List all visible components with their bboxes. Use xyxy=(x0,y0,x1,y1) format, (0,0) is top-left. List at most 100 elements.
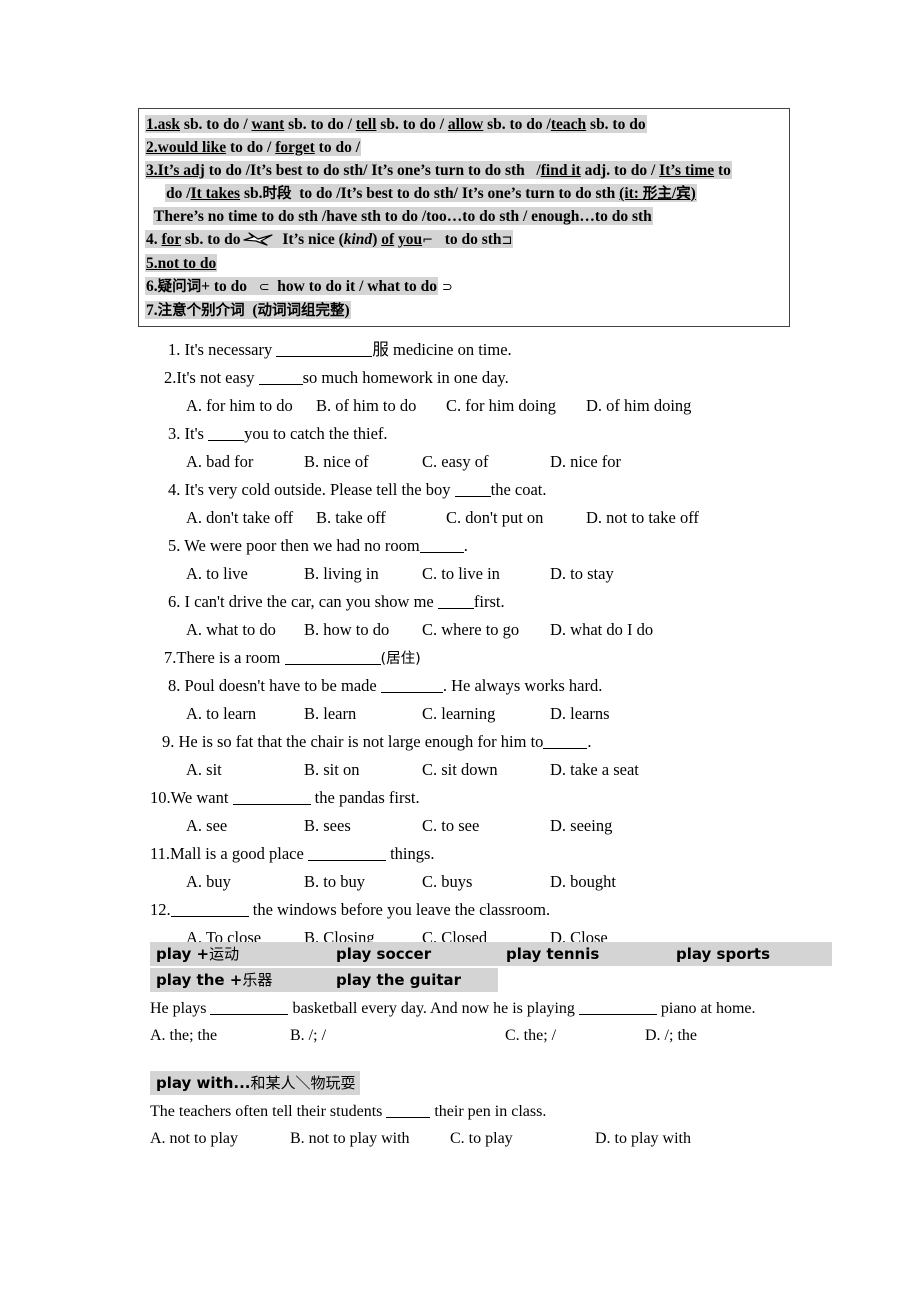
answer-blank[interactable] xyxy=(419,552,464,553)
play-sport-pattern: play +运动 xyxy=(156,945,240,963)
answer-blank[interactable] xyxy=(307,860,386,861)
option-d[interactable]: D. bought xyxy=(550,868,616,896)
grammar-line-7-text: 5.not to do xyxy=(145,254,218,272)
question-8-options: A. to learn B. learn C. learning D. learns xyxy=(150,700,890,728)
option-b[interactable]: B. sit on xyxy=(304,756,422,784)
question-9-stem: 9. He is so fat that the chair is not la… xyxy=(162,732,592,751)
grammar-line-5-text: There’s no time to do sth /have sth to d… xyxy=(153,207,653,225)
grammar-line-7: 5.not to do xyxy=(139,253,789,275)
play-sport-row-1: play +运动 play soccer play tennis play sport… xyxy=(150,942,832,966)
question-5-stem: 5. We were poor then we had no room. xyxy=(168,536,468,555)
option-c[interactable]: C. for him doing xyxy=(446,392,586,420)
play-instrument-row-wrap: play the + 乐器 play the guitar xyxy=(150,968,890,992)
option-a[interactable]: A. bad for xyxy=(186,448,304,476)
answer-blank[interactable] xyxy=(437,608,474,609)
answer-blank[interactable] xyxy=(543,748,588,749)
play-guitar-example: play the guitar xyxy=(336,971,462,989)
question-list: 1. It's necessary 服 medicine on time. 2.… xyxy=(150,336,890,952)
option-d[interactable]: D. not to take off xyxy=(586,504,699,532)
play-question-stem: He plays basketball every day. And now h… xyxy=(150,1000,756,1017)
option-c[interactable]: C. easy of xyxy=(422,448,550,476)
play-with-heading-wrap: play with...和某人＼物玩耍 xyxy=(150,1071,890,1095)
option-c[interactable]: C. to live in xyxy=(422,560,550,588)
option-a[interactable]: A. the; the xyxy=(150,1022,290,1049)
play-sports-example: play sports xyxy=(676,945,771,963)
option-a[interactable]: A. not to play xyxy=(150,1125,290,1152)
option-c[interactable]: C. to play xyxy=(450,1125,595,1152)
grammar-line-3: 3.It’s adj to do /It’s best to do sth/ I… xyxy=(139,160,789,182)
option-a[interactable]: A. to learn xyxy=(186,700,304,728)
grammar-line-2-text: 2.would like to do / forget to do / xyxy=(145,138,362,156)
option-b[interactable]: B. take off xyxy=(316,504,446,532)
grammar-line-6: 4. for sb. to do It’s nice (kind) of you… xyxy=(139,229,789,252)
answer-blank[interactable] xyxy=(208,440,245,441)
option-d[interactable]: D. /; the xyxy=(645,1022,697,1049)
option-a[interactable]: A. buy xyxy=(186,868,304,896)
option-c[interactable]: C. don't put on xyxy=(446,504,586,532)
option-c[interactable]: C. sit down xyxy=(422,756,550,784)
option-b[interactable]: B. to buy xyxy=(304,868,422,896)
answer-blank[interactable] xyxy=(210,1014,289,1015)
answer-blank[interactable] xyxy=(284,664,381,665)
question-12-stem: 12. the windows before you leave the cla… xyxy=(150,900,551,919)
option-d[interactable]: D. to play with xyxy=(595,1125,691,1152)
question-4-options: A. don't take off B. take off C. don't put… xyxy=(150,504,890,532)
question-8-stem: 8. Poul doesn't have to be made . He alw… xyxy=(168,676,603,695)
answer-blank[interactable] xyxy=(578,1014,657,1015)
play-question-options: A. the; the B. /; / C. the; / D. /; the xyxy=(150,1022,890,1049)
option-a[interactable]: A. don't take off xyxy=(186,504,316,532)
answer-blank[interactable] xyxy=(170,916,249,917)
option-d[interactable]: D. take a seat xyxy=(550,756,639,784)
star-doodle-icon xyxy=(242,231,276,246)
option-a[interactable]: A. what to do xyxy=(186,616,304,644)
grammar-line-1-text: 1.ask sb. to do / want sb. to do / tell … xyxy=(145,115,647,133)
question-3-options: A. bad for B. nice of C. easy of D. nice fo… xyxy=(150,448,890,476)
option-c[interactable]: C. learning xyxy=(422,700,550,728)
answer-blank[interactable] xyxy=(276,356,373,357)
grammar-line-4-text: do /It takes sb.时段 to do /It’s best to d… xyxy=(165,184,697,202)
question-7-stem: 7.There is a room (居住) xyxy=(164,648,421,667)
grammar-line-9: 7.注意个别介词 (动词词组完整) xyxy=(139,300,789,322)
grammar-line-1: 1.ask sb. to do / want sb. to do / tell … xyxy=(139,114,789,136)
play-with-section: play with...和某人＼物玩耍 The teachers often t… xyxy=(150,1071,890,1152)
option-a[interactable]: A. for him to do xyxy=(186,392,316,420)
option-d[interactable]: D. of him doing xyxy=(586,392,691,420)
question-3-stem: 3. It's you to catch the thief. xyxy=(168,424,388,443)
option-b[interactable]: B. how to do xyxy=(304,616,422,644)
option-d[interactable]: D. nice for xyxy=(550,448,621,476)
option-d[interactable]: D. what do I do xyxy=(550,616,653,644)
option-b[interactable]: B. sees xyxy=(304,812,422,840)
option-a[interactable]: A. sit xyxy=(186,756,304,784)
worksheet-page: 1.ask sb. to do / want sb. to do / tell … xyxy=(0,0,920,1302)
option-b[interactable]: B. nice of xyxy=(304,448,422,476)
grammar-line-2: 2.would like to do / forget to do / xyxy=(139,137,789,159)
grammar-line-8-text: 6.疑问词+ to do ⊂ how to do it / what to do xyxy=(145,277,439,295)
option-d[interactable]: D. to stay xyxy=(550,560,614,588)
question-2-stem: 2.It's not easy so much homework in one … xyxy=(164,368,509,387)
question-10-options: A. see B. sees C. to see D. seeing xyxy=(150,812,890,840)
play-tennis-example: play tennis xyxy=(506,945,600,963)
option-c[interactable]: C. buys xyxy=(422,868,550,896)
option-b[interactable]: B. of him to do xyxy=(316,392,446,420)
option-b[interactable]: B. not to play with xyxy=(290,1125,450,1152)
play-with-heading: play with...和某人＼物玩耍 xyxy=(150,1071,360,1095)
option-b[interactable]: B. /; / xyxy=(290,1022,505,1049)
option-b[interactable]: B. living in xyxy=(304,560,422,588)
option-c[interactable]: C. the; / xyxy=(505,1022,645,1049)
option-c[interactable]: C. to see xyxy=(422,812,550,840)
option-d[interactable]: D. seeing xyxy=(550,812,612,840)
option-d[interactable]: D. learns xyxy=(550,700,610,728)
answer-blank[interactable] xyxy=(232,804,311,805)
grammar-summary-box: 1.ask sb. to do / want sb. to do / tell … xyxy=(138,108,790,327)
option-c[interactable]: C. where to go xyxy=(422,616,550,644)
option-a[interactable]: A. see xyxy=(186,812,304,840)
answer-blank[interactable] xyxy=(258,384,303,385)
answer-blank[interactable] xyxy=(386,1117,431,1118)
play-with-question-stem: The teachers often tell their students t… xyxy=(150,1103,547,1120)
answer-blank[interactable] xyxy=(380,692,443,693)
play-soccer-example: play soccer xyxy=(336,945,432,963)
grammar-line-5: There’s no time to do sth /have sth to d… xyxy=(139,206,789,228)
option-b[interactable]: B. learn xyxy=(304,700,422,728)
answer-blank[interactable] xyxy=(454,496,491,497)
option-a[interactable]: A. to live xyxy=(186,560,304,588)
